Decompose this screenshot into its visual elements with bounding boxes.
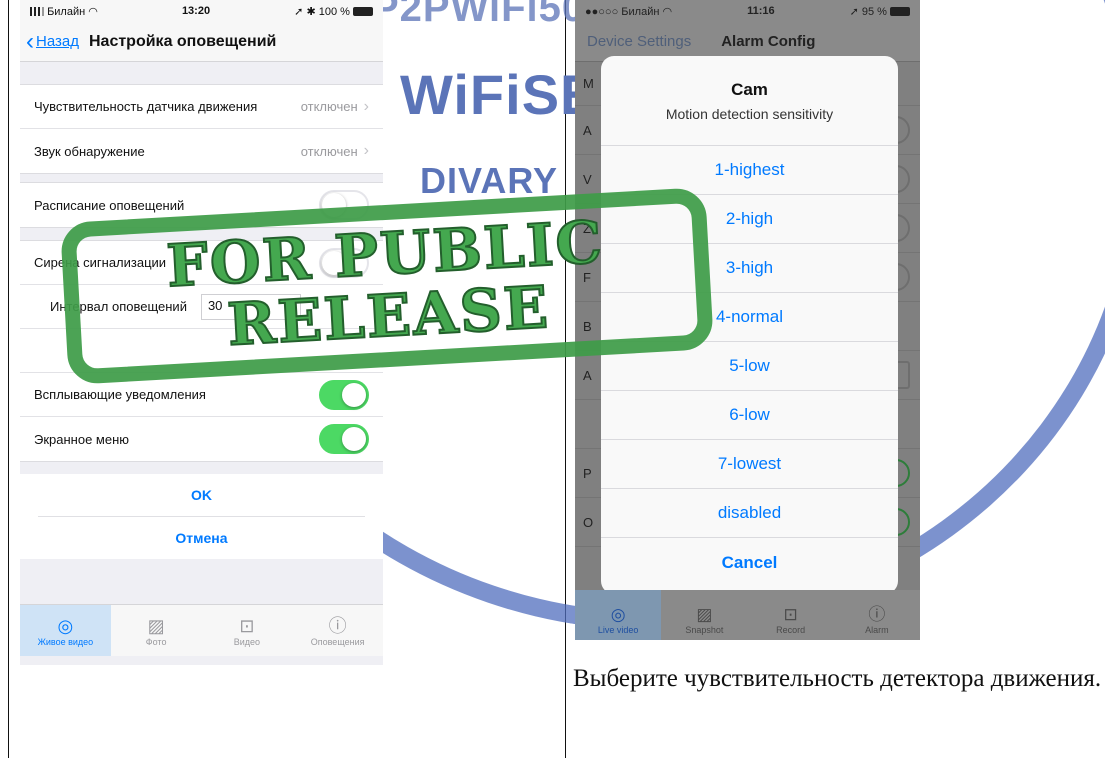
tab-alerts[interactable]: ⓘ Оповещения xyxy=(292,605,383,656)
push-notifications-label: Всплывающие уведомления xyxy=(34,387,206,402)
screen-menu-row: Экранное меню xyxy=(20,417,383,461)
tab-video[interactable]: ⊡ Видео xyxy=(202,605,293,656)
option-6-low[interactable]: 6-low xyxy=(601,391,898,440)
battery-percent: 100 % xyxy=(318,5,350,18)
instruction-caption: Выберите чувствительность детектора движ… xyxy=(573,665,1102,692)
watermark-text-middle: WiFiSE xyxy=(400,63,599,126)
battery-percent-right: 95 % xyxy=(861,5,887,18)
wifi-icon: ◠ xyxy=(662,5,673,18)
option-7-lowest[interactable]: 7-lowest xyxy=(601,440,898,489)
tab-bar-right: ◎ Live video ▨ Snapshot ⊡ Record ⓘ Alarm xyxy=(575,590,920,640)
option-1-highest[interactable]: 1-highest xyxy=(601,146,898,195)
status-bar: Билайн ◠ 13:20 ➚ ✱ 100 % xyxy=(20,0,383,22)
battery-icon xyxy=(889,7,910,17)
page-title-right: Alarm Config xyxy=(721,33,816,50)
cancel-button[interactable]: Отмена xyxy=(20,517,383,559)
sheet-subtitle: Motion detection sensitivity xyxy=(665,105,834,122)
motion-sensitivity-row[interactable]: Чувствительность датчика движения отключ… xyxy=(20,85,383,129)
page-title: Настройка оповещений xyxy=(88,32,277,50)
status-time: 13:20 xyxy=(181,5,211,17)
tab-live-video-right[interactable]: ◎ Live video xyxy=(575,590,662,640)
detection-sound-value: отключен xyxy=(300,143,358,159)
chevron-right-icon: › xyxy=(363,97,369,115)
back-button-right[interactable]: Device Settings xyxy=(587,33,691,50)
status-bar-right: ●●○○○ Билайн ◠ 11:16 ➚ 95 % xyxy=(575,0,920,22)
sheet-title: Cam xyxy=(731,79,768,99)
carrier-name: Билайн xyxy=(47,5,86,18)
nav-bar: ‹ Назад Настройка оповещений xyxy=(20,22,383,62)
camera-lens-icon: ◎ xyxy=(610,605,626,624)
battery-icon xyxy=(352,7,373,17)
image-icon: ▨ xyxy=(147,615,165,636)
tab-photo[interactable]: ▨ Фото xyxy=(111,605,202,656)
video-camera-icon: ⊡ xyxy=(783,605,798,624)
detection-sound-row[interactable]: Звук обнаружение отключен › xyxy=(20,129,383,173)
video-camera-icon: ⊡ xyxy=(239,615,255,636)
sheet-header: Cam Motion detection sensitivity xyxy=(601,56,898,146)
detection-sound-label: Звук обнаружение xyxy=(34,143,145,159)
signal-dots-icon: ●●○○○ xyxy=(585,5,619,18)
screen-menu-toggle[interactable] xyxy=(319,424,369,454)
chevron-left-icon[interactable]: ‹ xyxy=(26,29,34,54)
location-icon: ➚ xyxy=(294,5,304,18)
screen-menu-label: Экранное меню xyxy=(34,431,130,447)
camera-lens-icon: ◎ xyxy=(57,615,74,636)
motion-sensitivity-label: Чувствительность датчика движения xyxy=(34,99,258,114)
action-buttons: OK Отмена xyxy=(20,474,383,559)
back-button[interactable]: Назад xyxy=(36,33,79,50)
sensor-group: Чувствительность датчика движения отключ… xyxy=(20,84,383,174)
signal-icon xyxy=(30,7,44,17)
motion-sensitivity-value: отключен xyxy=(300,99,358,114)
option-disabled[interactable]: disabled xyxy=(601,489,898,538)
left-border-line xyxy=(8,0,9,758)
sheet-cancel-button[interactable]: Cancel xyxy=(601,538,898,587)
alert-icon: ⓘ xyxy=(868,605,886,624)
chevron-right-icon: › xyxy=(363,142,369,159)
location-icon: ➚ xyxy=(849,5,859,18)
carrier-name-right: Билайн xyxy=(621,5,660,18)
tab-bar: ◎ Живое видео ▨ Фото ⊡ Видео ⓘ Оповещени… xyxy=(20,604,383,656)
tab-record-right[interactable]: ⊡ Record xyxy=(748,590,834,640)
image-icon: ▨ xyxy=(696,605,713,624)
bluetooth-icon: ✱ xyxy=(306,5,316,18)
alert-icon: ⓘ xyxy=(328,615,347,636)
wifi-icon: ◠ xyxy=(88,5,98,18)
status-time-right: 11:16 xyxy=(747,5,775,17)
tab-snapshot-right[interactable]: ▨ Snapshot xyxy=(661,590,747,640)
ok-button[interactable]: OK xyxy=(20,474,383,516)
tab-live-video[interactable]: ◎ Живое видео xyxy=(20,605,111,656)
push-notifications-toggle[interactable] xyxy=(319,379,369,410)
tab-alarm-right[interactable]: ⓘ Alarm xyxy=(834,590,920,640)
